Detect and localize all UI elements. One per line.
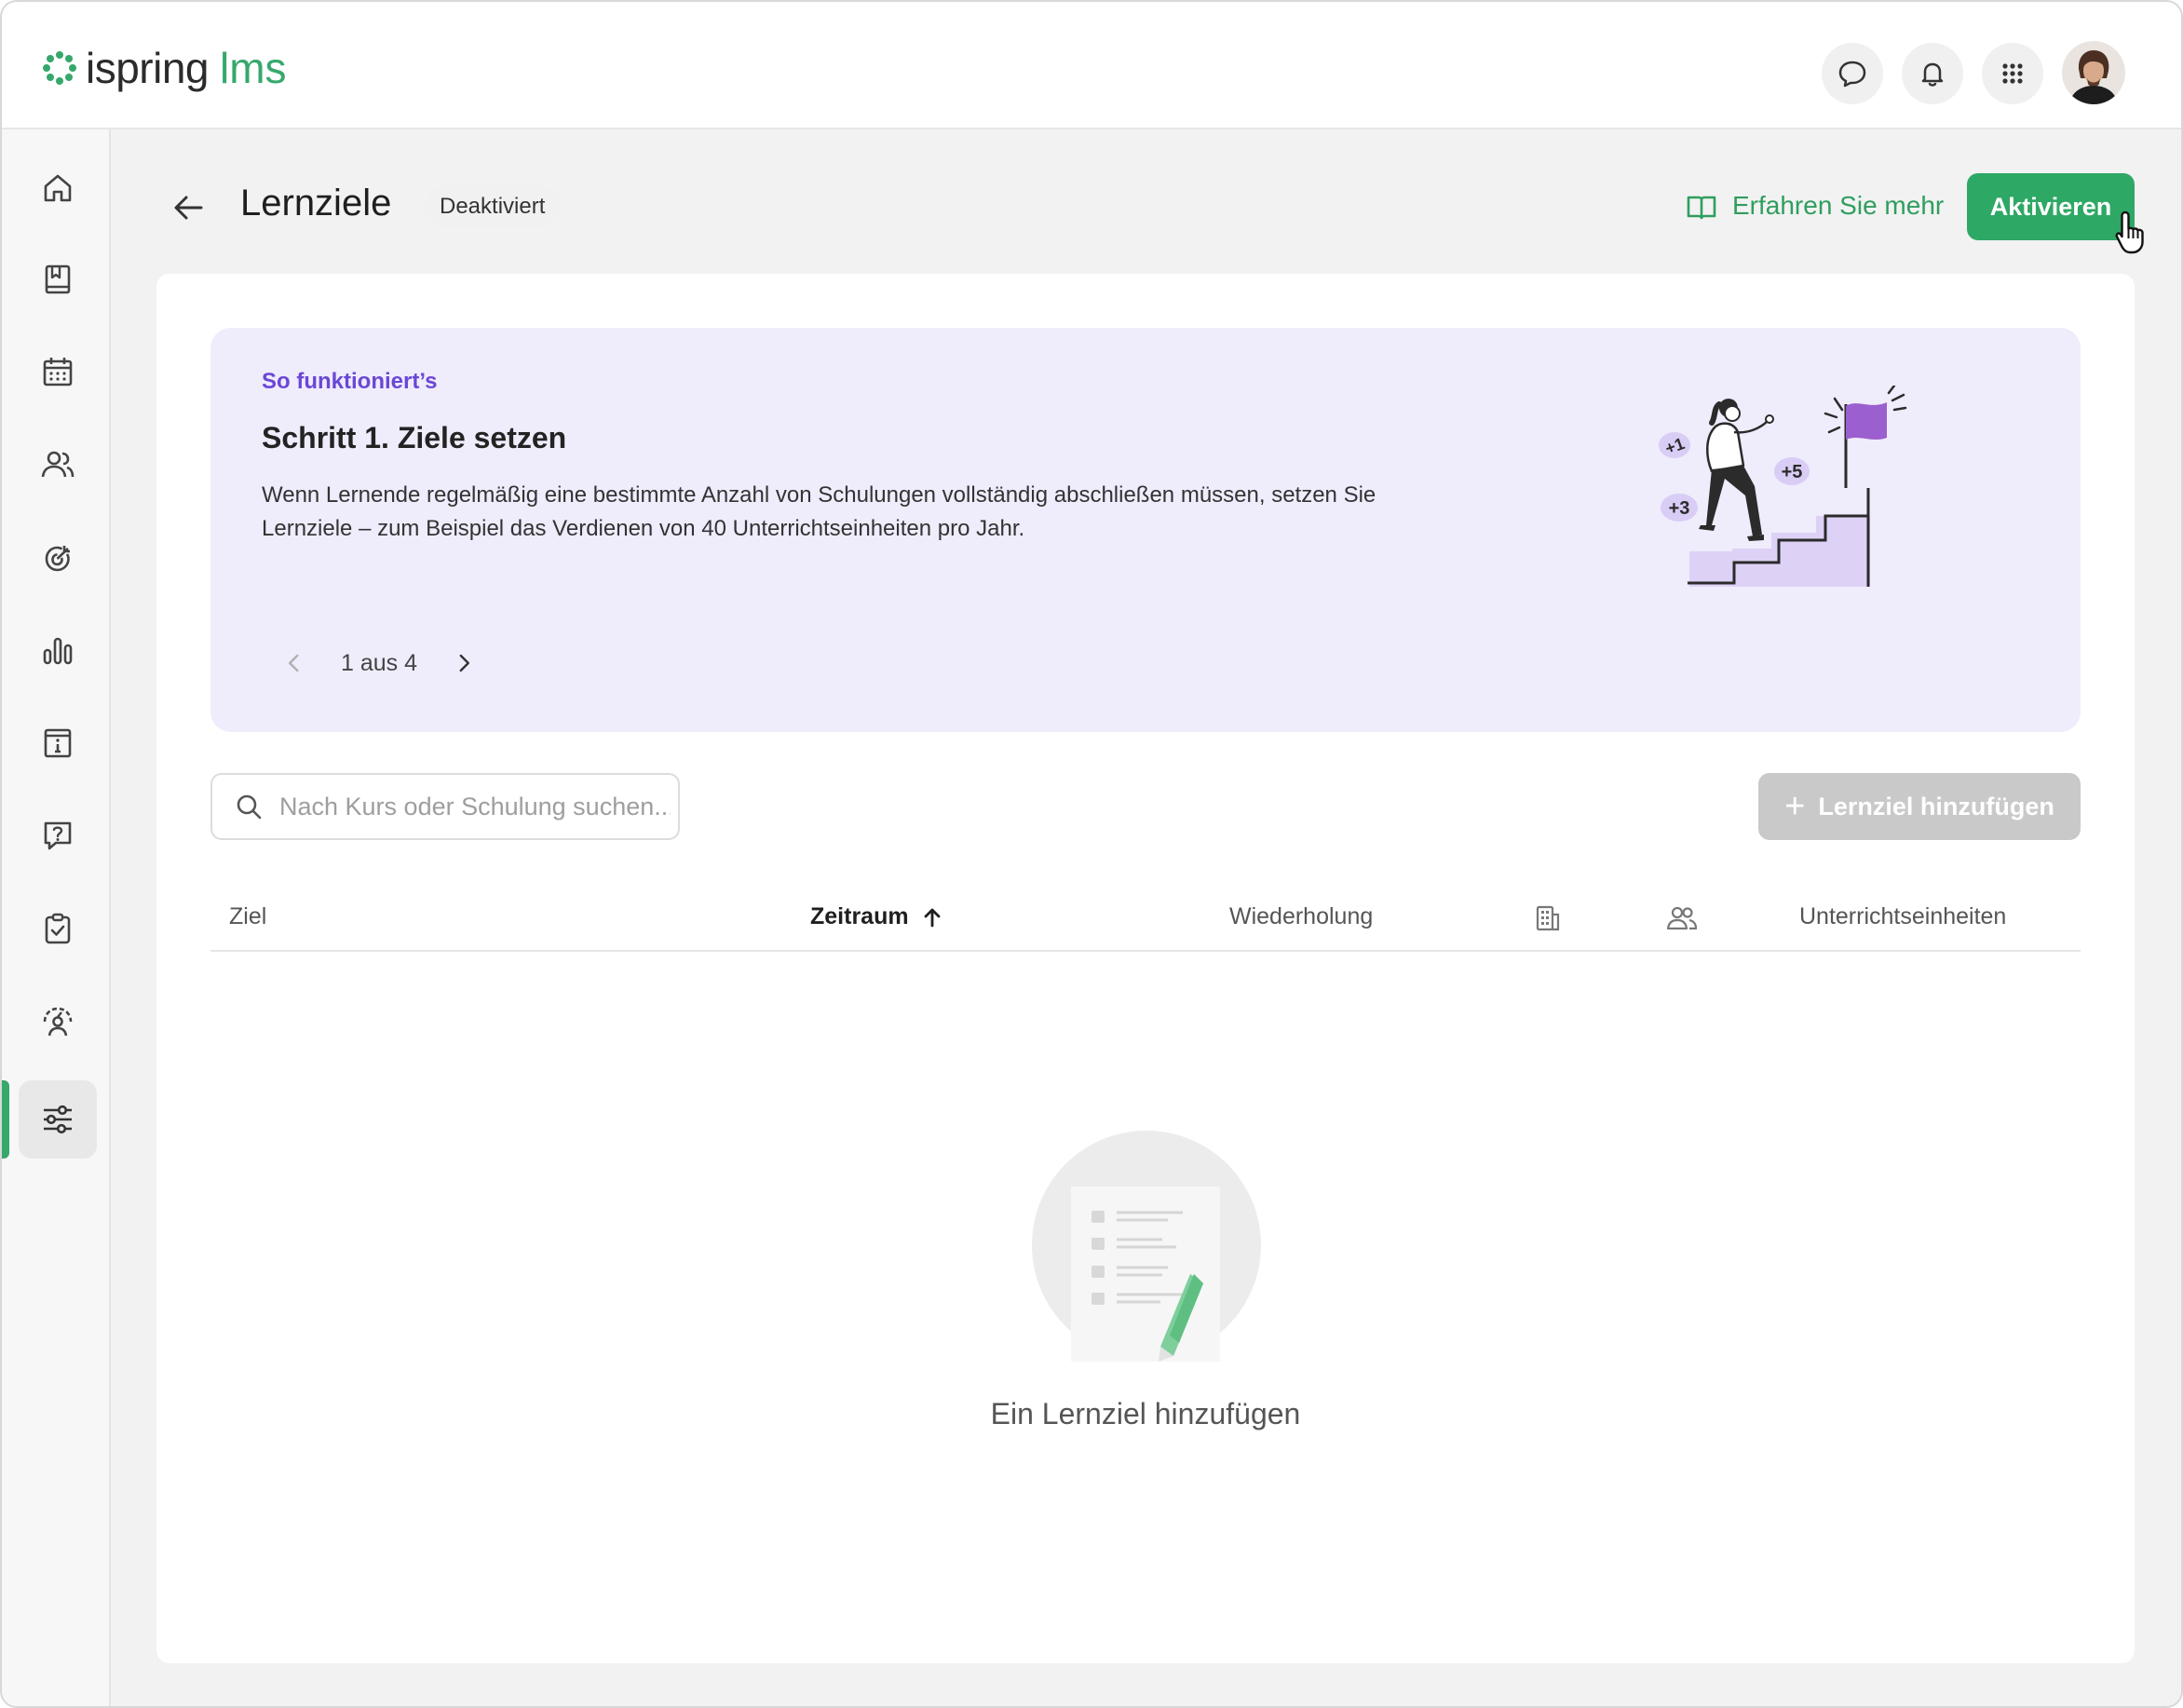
empty-state-message: Ein Lernziel hinzufügen [990, 1397, 1301, 1430]
sidebar-item-help[interactable] [19, 796, 97, 874]
bell-icon [1921, 62, 1944, 87]
column-header-goal[interactable]: Ziel [229, 903, 266, 930]
target-icon [45, 546, 70, 572]
column-header-repetition[interactable]: Wiederholung [1229, 903, 1373, 930]
calendar-icon [43, 358, 73, 386]
sidebar-item-home[interactable] [19, 149, 97, 227]
sidebar-item-performance[interactable] [19, 983, 97, 1061]
open-book-icon [1687, 196, 1716, 220]
user-avatar[interactable] [2062, 41, 2125, 104]
chevron-left-icon [289, 654, 299, 672]
sidebar-item-tasks[interactable] [19, 889, 97, 968]
search-field[interactable] [210, 773, 680, 840]
search-input[interactable] [279, 792, 671, 821]
app-window: ispring lms Lernziele Deaktiviert Erfahr… [0, 0, 2183, 1708]
sidebar-item-info[interactable] [19, 704, 97, 782]
badge-plus-five: +5 [1782, 462, 1803, 482]
pager-position: 1 aus 4 [341, 649, 418, 676]
howto-kicker: So funktioniert’s [262, 369, 438, 394]
search-icon [237, 794, 262, 820]
gauge-user-icon [43, 1007, 73, 1037]
learn-more-link[interactable]: Erfahren Sie mehr [1686, 190, 1944, 222]
column-header-units[interactable]: Unterrichtseinheiten [1799, 903, 2006, 930]
logo-suffix: lms [220, 44, 287, 92]
plus-icon: + [1784, 787, 1806, 826]
chat-button[interactable] [1822, 43, 1883, 104]
sidebar [2, 129, 111, 1706]
book-icon [45, 264, 71, 294]
column-header-period-label: Zeitraum [810, 903, 909, 929]
sidebar-item-users[interactable] [19, 426, 97, 504]
sliders-icon [44, 1105, 72, 1134]
how-it-works-banner: So funktioniert’s Schritt 1. Ziele setze… [210, 328, 2081, 732]
top-header: ispring lms [2, 2, 2181, 129]
back-button[interactable] [168, 186, 210, 229]
howto-pager: 1 aus 4 [276, 644, 482, 682]
user-photo-icon [2062, 41, 2125, 104]
notifications-button[interactable] [1902, 43, 1963, 104]
hand-cursor-icon [2115, 210, 2144, 254]
question-icon [44, 821, 72, 850]
column-header-period[interactable]: Zeitraum [810, 903, 944, 930]
goals-table-header: Ziel Zeitraum Wiederholung Unterrichtsei… [210, 888, 2081, 952]
info-icon [44, 728, 72, 758]
users-icon [41, 451, 75, 478]
sort-ascending-icon [924, 908, 940, 927]
logo-text: ispring [86, 44, 210, 92]
ispring-logo[interactable]: ispring lms [41, 44, 287, 92]
building-icon[interactable] [1531, 901, 1565, 935]
howto-description: Wenn Lernende regelmäßig eine bestimmte … [262, 482, 1376, 541]
sidebar-item-settings[interactable] [19, 1080, 97, 1159]
activate-button[interactable]: Aktivieren [1967, 173, 2135, 240]
clipboard-check-icon [45, 913, 71, 944]
sidebar-item-calendar[interactable] [19, 332, 97, 411]
users-column-icon[interactable] [1665, 901, 1699, 935]
home-icon [44, 174, 72, 202]
empty-list-illustration [1032, 1131, 1261, 1362]
next-step-button[interactable] [445, 644, 482, 682]
apps-button[interactable] [1982, 43, 2043, 104]
stairs-goal-illustration: +1 +5 +3 [1659, 386, 1907, 587]
status-badge: Deaktiviert [425, 186, 561, 227]
chevron-right-icon [459, 654, 470, 672]
bar-chart-icon [43, 637, 73, 665]
sidebar-item-reports[interactable] [19, 611, 97, 689]
howto-title: Schritt 1. Ziele setzen [262, 421, 567, 454]
previous-step-button[interactable] [276, 644, 313, 682]
add-goal-label: Lernziel hinzufügen [1818, 792, 2054, 820]
chat-icon [1838, 61, 1866, 88]
arrow-left-icon [174, 196, 203, 220]
sidebar-item-learning[interactable] [19, 240, 97, 319]
sidebar-item-goals[interactable] [19, 519, 97, 597]
add-goal-button[interactable]: + Lernziel hinzufügen [1758, 773, 2081, 840]
apps-grid-icon [2002, 63, 2023, 84]
badge-plus-three: +3 [1669, 498, 1690, 519]
logo-mark-icon [43, 51, 76, 85]
active-indicator [2, 1080, 9, 1159]
learn-more-label: Erfahren Sie mehr [1732, 191, 1945, 220]
page-title: Lernziele [240, 183, 392, 224]
